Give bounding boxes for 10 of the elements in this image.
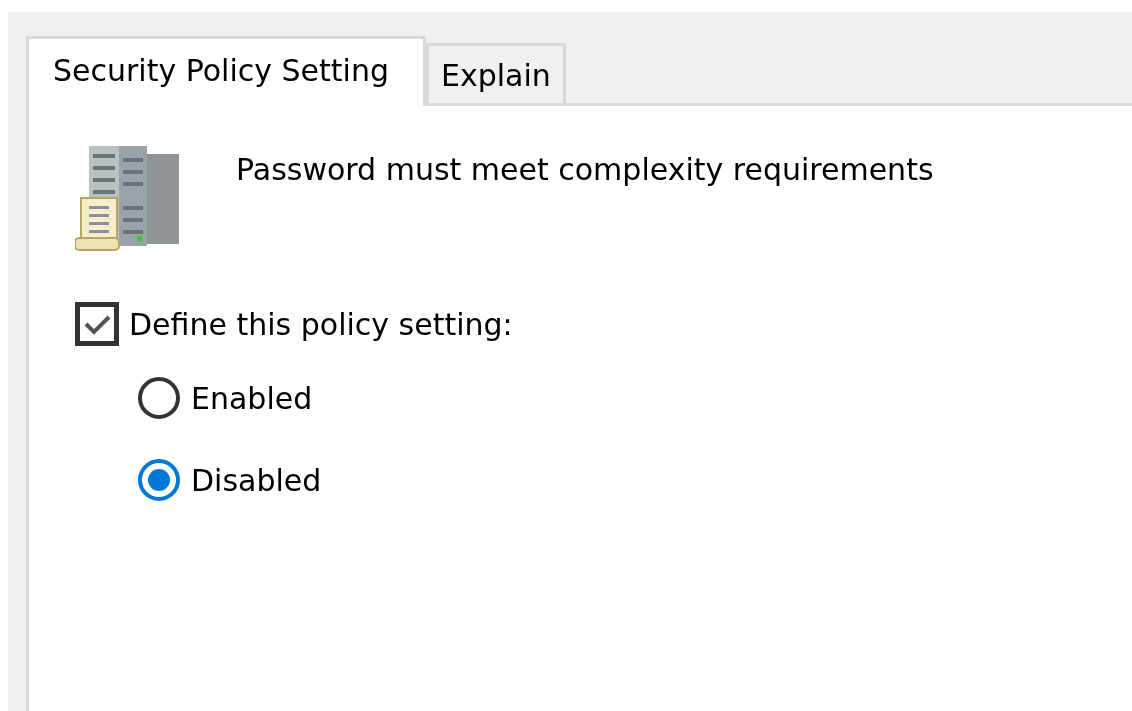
radio-button[interactable] bbox=[137, 376, 181, 420]
radio-button[interactable] bbox=[137, 458, 181, 502]
tab[interactable]: Explain bbox=[426, 43, 566, 103]
checkbox[interactable] bbox=[75, 302, 119, 346]
radio-label: Disabled bbox=[191, 462, 322, 498]
checkbox-label: Define this policy setting: bbox=[129, 306, 513, 342]
policy-title: Password must meet complexity requirements bbox=[236, 152, 934, 187]
server-icon bbox=[75, 146, 181, 252]
tab[interactable]: Security Policy Setting bbox=[26, 36, 426, 106]
radio-label: Enabled bbox=[191, 380, 313, 416]
